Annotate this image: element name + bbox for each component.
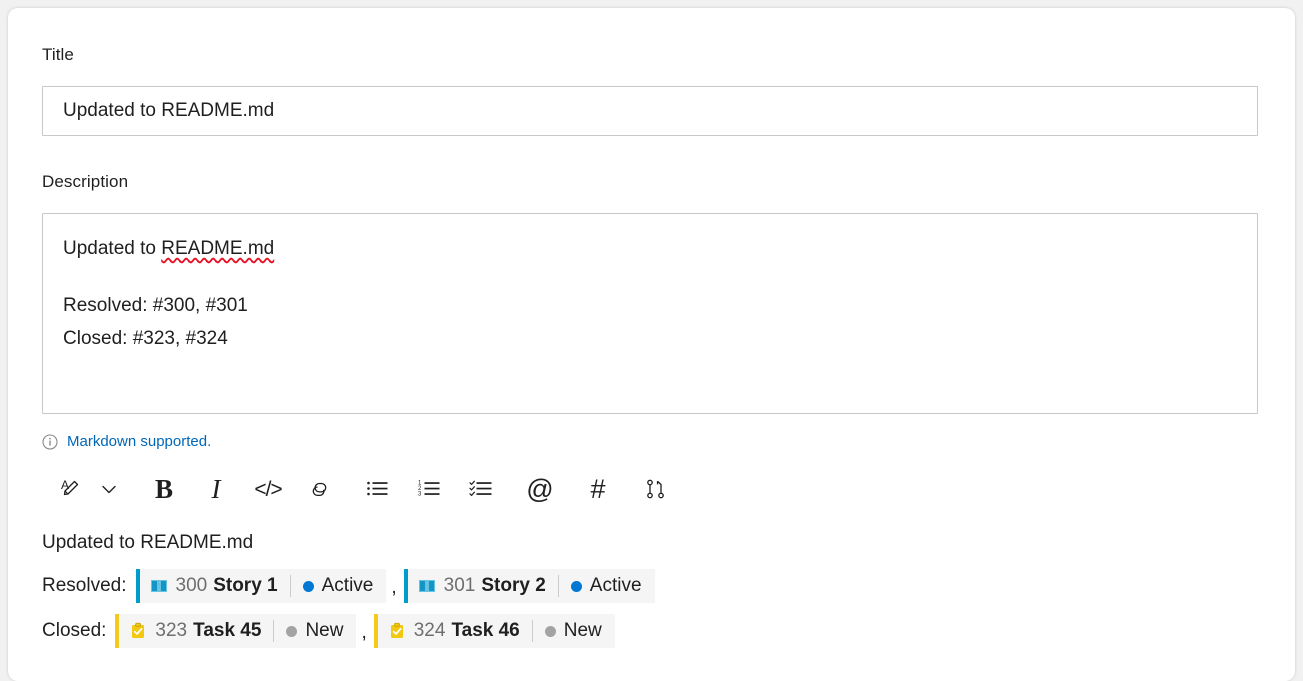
chip-divider xyxy=(273,620,275,642)
link-icon[interactable] xyxy=(300,469,340,509)
markdown-supported-note[interactable]: Markdown supported. xyxy=(42,433,211,450)
work-item-id: 300 xyxy=(175,575,208,596)
bold-icon[interactable]: B xyxy=(144,469,184,509)
bulleted-list-icon[interactable] xyxy=(358,469,398,509)
work-item-id: 323 xyxy=(155,620,188,641)
work-item-title: Story 2 xyxy=(481,575,546,596)
mention-glyph: @ xyxy=(526,473,554,504)
work-item-form-card: Title Description Updated to README.md R… xyxy=(8,8,1295,681)
preview-row-resolved-label: Resolved: xyxy=(42,575,127,596)
description-misspelled-word: README.md xyxy=(161,238,275,259)
work-item-chip[interactable]: 301 Story 2 Active xyxy=(403,569,655,603)
description-field-label: Description xyxy=(42,172,129,191)
preview-row-resolved: Resolved: 300 Story 1 Active , 301 Story… xyxy=(42,569,1262,603)
work-item-state: New xyxy=(286,620,343,642)
chip-divider xyxy=(557,575,559,597)
story-book-icon xyxy=(417,576,437,596)
work-item-title: Task 46 xyxy=(451,620,520,641)
work-item-title: Story 1 xyxy=(213,575,278,596)
preview-heading: Updated to README.md xyxy=(42,532,254,553)
task-clipboard-icon xyxy=(128,621,148,641)
title-field-label: Title xyxy=(42,45,74,64)
code-icon[interactable]: </> xyxy=(248,469,288,509)
chip-separator: , xyxy=(391,577,397,598)
info-circle-icon xyxy=(42,433,58,450)
hashtag-icon[interactable]: # xyxy=(578,469,618,509)
state-dot-icon xyxy=(302,580,314,592)
work-item-chip[interactable]: 300 Story 1 Active xyxy=(135,569,387,603)
chip-divider xyxy=(289,575,291,597)
italic-glyph: I xyxy=(211,473,221,504)
chip-divider xyxy=(531,620,533,642)
checklist-icon[interactable] xyxy=(462,469,502,509)
state-dot-icon xyxy=(570,580,582,592)
code-glyph: </> xyxy=(254,477,282,501)
description-line-2 xyxy=(63,265,1237,289)
description-line-1: Updated to README.md xyxy=(63,232,1237,265)
font-style-icon[interactable]: A xyxy=(52,469,92,509)
work-item-id: 301 xyxy=(443,575,476,596)
description-textarea[interactable]: Updated to README.md Resolved: #300, #30… xyxy=(42,213,1258,414)
markdown-note-label: Markdown supported. xyxy=(67,433,212,450)
description-preview: Updated to README.md Resolved: 300 Story… xyxy=(42,528,1262,648)
pull-request-icon[interactable] xyxy=(636,469,676,509)
story-book-icon xyxy=(149,576,169,596)
markdown-toolbar: A B I </> 1 2 3 @ # xyxy=(52,466,676,512)
bold-glyph: B xyxy=(154,473,173,504)
svg-text:3: 3 xyxy=(418,492,422,498)
work-item-state-label: New xyxy=(563,620,602,641)
work-item-state-label: New xyxy=(305,620,344,641)
work-item-id: 324 xyxy=(413,620,446,641)
work-item-state-label: Active xyxy=(321,575,374,596)
mention-icon[interactable]: @ xyxy=(520,469,560,509)
task-clipboard-icon xyxy=(387,621,407,641)
preview-row-closed: Closed: 323 Task 45 New , 324 Task 46 Ne… xyxy=(42,614,1262,648)
chevron-down-icon[interactable] xyxy=(92,469,126,509)
state-dot-icon xyxy=(286,625,298,637)
svg-text:A: A xyxy=(61,478,69,492)
work-item-state: Active xyxy=(302,575,374,597)
work-item-title: Task 45 xyxy=(193,620,262,641)
description-line-4: Closed: #323, #324 xyxy=(63,328,228,349)
work-item-state: New xyxy=(544,620,602,642)
italic-icon[interactable]: I xyxy=(196,469,236,509)
description-line-3: Resolved: #300, #301 xyxy=(63,295,248,316)
title-input[interactable] xyxy=(42,86,1258,136)
description-line-1-prefix: Updated to xyxy=(63,238,162,259)
work-item-state-label: Active xyxy=(589,575,642,596)
work-item-state: Active xyxy=(570,575,642,597)
preview-row-closed-label: Closed: xyxy=(42,620,107,641)
chip-separator: , xyxy=(361,622,367,643)
work-item-chip[interactable]: 323 Task 45 New xyxy=(115,614,357,648)
state-dot-icon xyxy=(544,625,556,637)
numbered-list-icon[interactable]: 1 2 3 xyxy=(410,469,450,509)
hashtag-glyph: # xyxy=(590,473,606,504)
work-item-chip[interactable]: 324 Task 46 New xyxy=(373,614,615,648)
